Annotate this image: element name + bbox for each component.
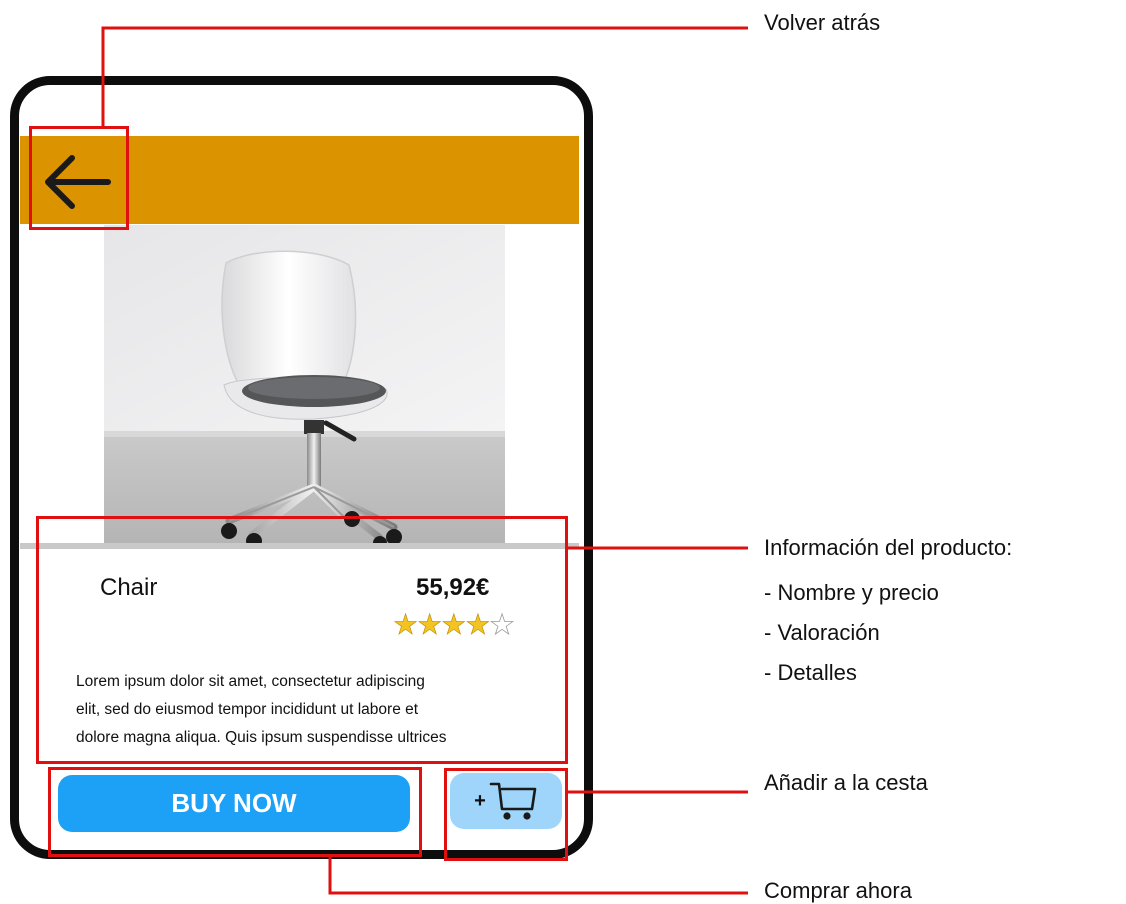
annotation-back: Volver atrás bbox=[764, 10, 881, 35]
annotation-info-item: - Detalles bbox=[764, 660, 857, 685]
annotation-buy-now: Comprar ahora bbox=[764, 878, 912, 903]
annotation-info-item: - Valoración bbox=[764, 620, 880, 645]
annotation-connectors bbox=[101, 26, 748, 895]
annotation-info-item: - Nombre y precio bbox=[764, 580, 939, 605]
annotation-info-list: - Nombre y precio - Valoración - Detalles bbox=[764, 573, 939, 693]
annotation-info-title: Información del producto: bbox=[764, 535, 1013, 560]
annotation-add-to-cart: Añadir a la cesta bbox=[764, 770, 928, 795]
